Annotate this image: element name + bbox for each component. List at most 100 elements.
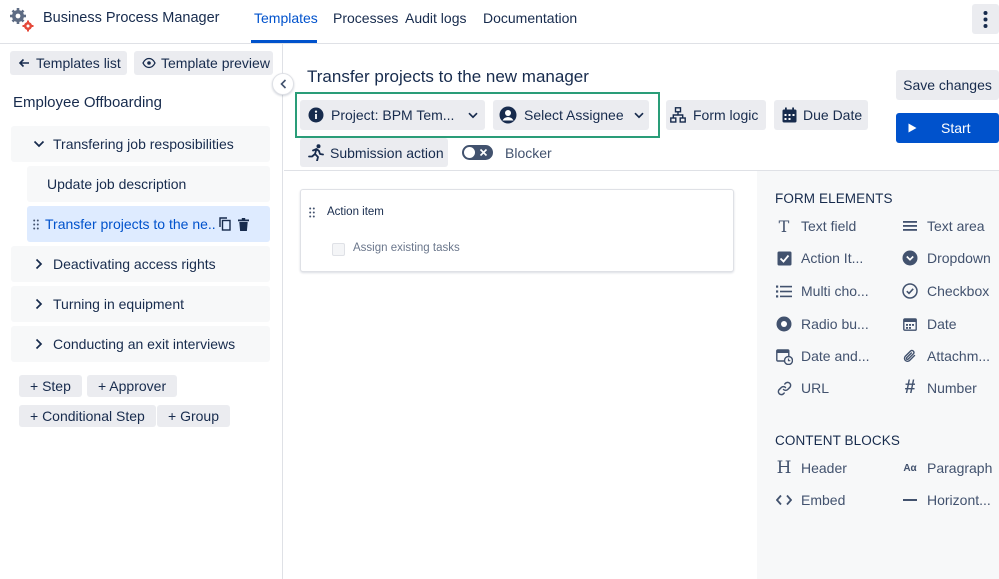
blocker-label: Blocker bbox=[505, 145, 552, 161]
calendar-icon bbox=[901, 315, 919, 333]
step-row-expanded[interactable]: Transfering job resposibilities bbox=[11, 126, 270, 162]
radio-icon bbox=[775, 315, 793, 333]
templates-list-label: Templates list bbox=[36, 55, 121, 71]
tab-processes[interactable]: Processes bbox=[333, 10, 398, 26]
start-button[interactable]: Start bbox=[896, 113, 999, 143]
checkbox-checked-icon bbox=[775, 249, 793, 267]
due-date-label: Due Date bbox=[803, 107, 863, 123]
app-title: Business Process Manager bbox=[43, 10, 220, 26]
step-label: Transfer projects to the ne... bbox=[45, 216, 215, 232]
submission-action-label: Submission action bbox=[330, 144, 444, 161]
step-title: Transfer projects to the new manager bbox=[307, 67, 589, 86]
form-elements-heading: FORM ELEMENTS bbox=[775, 191, 893, 206]
element-label: Date and... bbox=[801, 348, 870, 364]
element-label: Paragraph bbox=[927, 460, 993, 476]
code-icon bbox=[775, 491, 793, 509]
dropdown-icon bbox=[901, 249, 919, 267]
add-group-button[interactable]: + Group bbox=[157, 405, 230, 427]
form-element-checkbox[interactable]: Checkbox bbox=[901, 282, 989, 300]
form-element-date-and-time[interactable]: Date and... bbox=[775, 347, 870, 365]
content-block-horizontal-rule[interactable]: Horizont... bbox=[901, 491, 991, 509]
copy-icon[interactable] bbox=[219, 217, 231, 231]
due-date-button[interactable]: Due Date bbox=[774, 100, 868, 130]
element-label: Attachm... bbox=[927, 348, 991, 364]
content-block-paragraph[interactable]: Aα Paragraph bbox=[901, 459, 992, 477]
element-label: Text field bbox=[801, 218, 857, 234]
text-area-icon bbox=[901, 217, 919, 235]
form-element-dropdown[interactable]: Dropdown bbox=[901, 249, 991, 267]
gears-logo-icon bbox=[9, 7, 35, 33]
step-label: Turning in equipment bbox=[53, 296, 185, 312]
drag-handle-icon[interactable] bbox=[33, 219, 39, 230]
element-label: Horizont... bbox=[927, 492, 991, 508]
running-person-icon bbox=[308, 144, 324, 161]
calendar-clock-icon bbox=[775, 347, 793, 365]
hash-icon: # bbox=[904, 377, 916, 398]
form-element-text-area[interactable]: Text area bbox=[901, 217, 985, 235]
content-blocks-heading: CONTENT BLOCKS bbox=[775, 433, 900, 448]
content-block-header[interactable]: H Header bbox=[775, 458, 847, 478]
template-preview-label: Template preview bbox=[161, 55, 270, 71]
play-icon bbox=[908, 123, 917, 133]
tab-documentation[interactable]: Documentation bbox=[483, 10, 577, 26]
form-element-date[interactable]: Date bbox=[901, 315, 957, 333]
form-element-attachment[interactable]: Attachm... bbox=[901, 347, 990, 365]
collapse-panel-button[interactable] bbox=[272, 73, 294, 95]
arrow-left-icon bbox=[18, 57, 30, 69]
form-element-url[interactable]: URL bbox=[775, 379, 829, 397]
tab-audit-logs[interactable]: Audit logs bbox=[405, 10, 466, 26]
content-block-embed[interactable]: Embed bbox=[775, 491, 845, 509]
drag-handle-icon[interactable] bbox=[309, 207, 315, 218]
templates-list-button[interactable]: Templates list bbox=[10, 51, 127, 75]
horizontal-rule-icon bbox=[901, 491, 919, 509]
element-label: URL bbox=[801, 380, 830, 396]
action-item-checkbox[interactable] bbox=[332, 243, 345, 256]
more-menu-button[interactable] bbox=[972, 4, 999, 34]
element-label: Embed bbox=[801, 492, 846, 508]
form-element-action-item[interactable]: Action It... bbox=[775, 249, 863, 267]
trash-icon[interactable] bbox=[238, 217, 249, 231]
step-row-collapsed[interactable]: Deactivating access rights bbox=[11, 246, 270, 282]
sitemap-icon bbox=[670, 107, 686, 123]
eye-icon bbox=[142, 57, 156, 69]
action-item-text: Assign existing tasks bbox=[353, 242, 460, 254]
tab-templates[interactable]: Templates bbox=[254, 10, 318, 26]
workflow-title: Employee Offboarding bbox=[13, 94, 162, 111]
add-approver-button[interactable]: + Approver bbox=[87, 375, 178, 397]
paperclip-icon bbox=[901, 347, 919, 365]
element-label: Dropdown bbox=[927, 250, 991, 266]
step-label: Transfering job resposibilities bbox=[53, 136, 234, 152]
chevron-right-icon bbox=[35, 298, 43, 310]
paragraph-icon: Aα bbox=[903, 462, 917, 474]
blocker-toggle[interactable] bbox=[462, 145, 493, 160]
form-element-number[interactable]: # Number bbox=[901, 377, 977, 398]
step-row-collapsed[interactable]: Turning in equipment bbox=[11, 286, 270, 322]
text-icon: T bbox=[778, 216, 790, 236]
add-conditional-step-button[interactable]: + Conditional Step bbox=[19, 405, 156, 427]
action-item-card[interactable]: Action item Assign existing tasks bbox=[300, 189, 734, 272]
element-label: Multi cho... bbox=[801, 283, 869, 299]
element-label: Header bbox=[801, 460, 847, 476]
add-step-button[interactable]: + Step bbox=[19, 375, 82, 397]
element-label: Text area bbox=[927, 218, 985, 234]
substep-row-selected[interactable]: Transfer projects to the ne... bbox=[27, 206, 270, 242]
step-row-collapsed[interactable]: Conducting an exit interviews bbox=[11, 326, 270, 362]
substep-row[interactable]: Update job description bbox=[27, 166, 270, 202]
template-preview-button[interactable]: Template preview bbox=[134, 51, 273, 75]
active-tab-indicator bbox=[251, 40, 317, 43]
check-circle-icon bbox=[901, 282, 919, 300]
submission-action-button[interactable]: Submission action bbox=[300, 138, 448, 167]
step-label: Update job description bbox=[47, 176, 187, 192]
start-label: Start bbox=[941, 120, 971, 136]
step-label: Deactivating access rights bbox=[53, 256, 216, 272]
calendar-icon bbox=[782, 107, 797, 123]
form-element-text-field[interactable]: T Text field bbox=[775, 216, 857, 236]
chevron-left-icon bbox=[279, 79, 286, 89]
element-label: Number bbox=[927, 380, 977, 396]
form-logic-button[interactable]: Form logic bbox=[666, 100, 766, 130]
form-element-radio-button[interactable]: Radio bu... bbox=[775, 315, 869, 333]
form-logic-label: Form logic bbox=[693, 107, 759, 123]
save-changes-button[interactable]: Save changes bbox=[896, 70, 999, 100]
card-title: Action item bbox=[327, 206, 384, 218]
form-element-multi-choice[interactable]: Multi cho... bbox=[775, 282, 869, 300]
